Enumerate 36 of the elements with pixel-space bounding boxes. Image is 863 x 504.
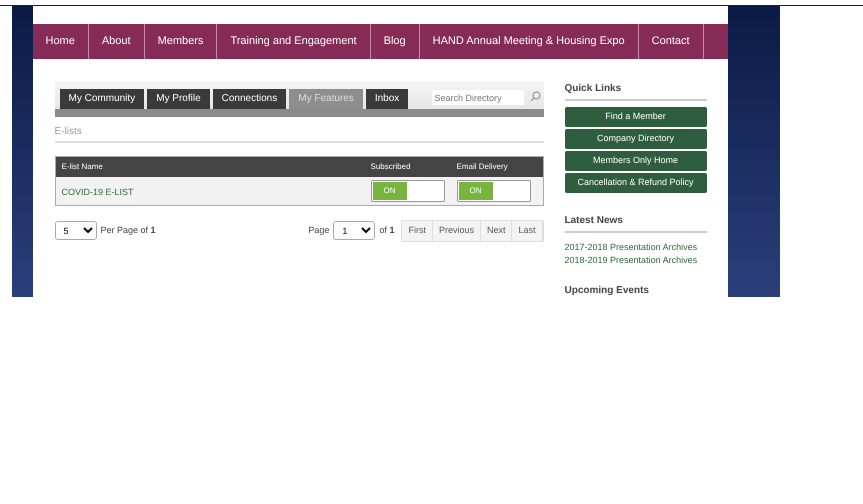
nav-link[interactable]: Training and Engagement: [217, 24, 371, 59]
page-select[interactable]: 1: [333, 221, 376, 240]
nav-link[interactable]: Home: [32, 24, 89, 59]
pager-button[interactable]: First: [402, 221, 433, 240]
nav-link[interactable]: About: [88, 24, 145, 59]
quick-links-heading: Quick Links: [564, 81, 706, 101]
quick-link-button[interactable]: Company Directory: [564, 129, 706, 149]
tab[interactable]: Inbox: [366, 89, 408, 109]
search-field[interactable]: Search Directory: [432, 90, 524, 105]
page-total-label: of 1: [379, 224, 394, 237]
quick-link-button[interactable]: Find a Member: [564, 107, 706, 127]
quick-link-button[interactable]: Members Only Home: [564, 151, 706, 171]
pager-button[interactable]: Last: [512, 221, 542, 240]
elist-name[interactable]: COVID-19 E-LIST: [62, 187, 134, 197]
quick-link-button[interactable]: Cancellation & Refund Policy: [564, 173, 706, 193]
tab[interactable]: Connections: [212, 89, 286, 109]
per-page-label: Per Page of 1: [100, 224, 156, 237]
latest-news-heading: Latest News: [564, 213, 706, 233]
nav-link[interactable]: Blog: [370, 24, 420, 59]
news-link[interactable]: 2017-2018 Presentation Archives: [564, 241, 706, 254]
nav-link[interactable]: HAND Annual Meeting & Housing Expo: [420, 24, 639, 59]
column-header: Subscribed: [370, 161, 412, 173]
news-link[interactable]: 2018-2019 Presentation Archives: [564, 254, 706, 267]
pager-button[interactable]: Previous: [432, 221, 481, 240]
column-header: E-list Name: [62, 161, 104, 173]
nav-link[interactable]: Members: [144, 24, 218, 59]
column-header: Email Delivery: [456, 161, 509, 173]
per-page-select[interactable]: 5: [54, 221, 96, 240]
upcoming-events-heading: Upcoming Events: [564, 284, 650, 297]
tab[interactable]: My Community: [60, 89, 144, 109]
pager-button[interactable]: Next: [480, 221, 512, 240]
nav-link[interactable]: Contact: [638, 24, 704, 59]
tab[interactable]: My Profile: [147, 89, 210, 109]
search-icon[interactable]: [530, 91, 540, 102]
page-label: Page: [308, 224, 330, 237]
section-title: E-lists: [54, 124, 544, 143]
